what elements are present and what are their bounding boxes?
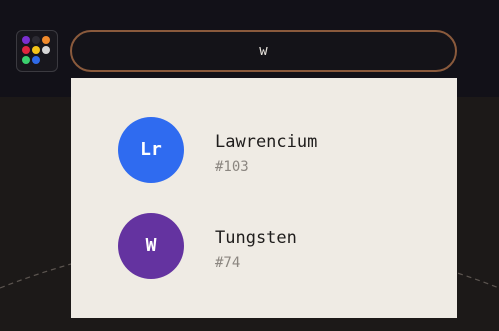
app-grid-dot xyxy=(32,46,40,54)
app-grid-dot xyxy=(32,56,40,64)
result-item-tungsten[interactable]: W Tungsten #74 xyxy=(71,198,457,294)
element-symbol-avatar: W xyxy=(118,213,184,279)
app-grid-dot xyxy=(22,36,30,44)
element-number: #74 xyxy=(215,255,241,271)
search-results-dropdown: Lr Lawrencium #103 W Tungsten #74 xyxy=(71,78,457,318)
app-grid-dot xyxy=(42,46,50,54)
app-grid-dot xyxy=(32,36,40,44)
element-symbol-avatar: Lr xyxy=(118,117,184,183)
element-number: #103 xyxy=(215,159,249,175)
app-grid-dot xyxy=(22,56,30,64)
app-grid-dot xyxy=(22,46,30,54)
app-grid-dot xyxy=(42,36,50,44)
element-name: Lawrencium xyxy=(215,132,318,152)
app-launcher-button[interactable] xyxy=(16,30,58,72)
element-name: Tungsten xyxy=(215,228,297,248)
result-item-lawrencium[interactable]: Lr Lawrencium #103 xyxy=(71,102,457,198)
search-input[interactable] xyxy=(70,30,457,72)
